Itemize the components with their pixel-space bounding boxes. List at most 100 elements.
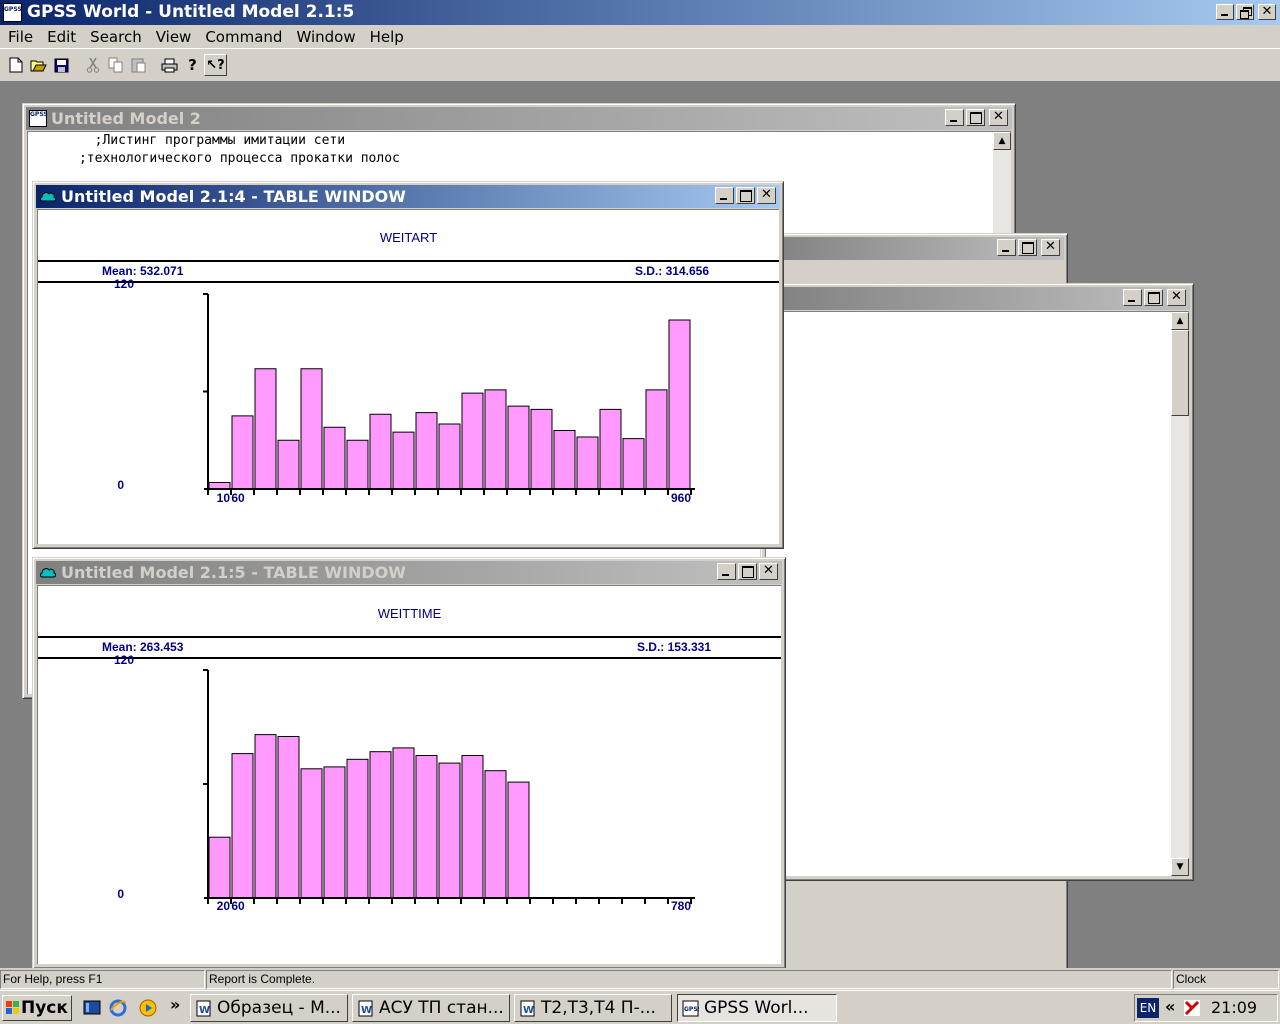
app-title-bar[interactable]: GPSS GPSS World - Untitled Model 2.1:5 ✕ — [0, 0, 1280, 25]
histogram-bar — [484, 770, 507, 899]
table2-minimize-button[interactable] — [717, 563, 736, 580]
paste-button[interactable] — [127, 54, 150, 76]
table2-title-bar[interactable]: Untitled Model 2.1:5 - TABLE WINDOW ✕ — [36, 561, 782, 584]
language-indicator[interactable]: EN — [1137, 998, 1159, 1018]
histogram-bar — [392, 431, 415, 490]
model-maximize-button[interactable] — [966, 109, 985, 126]
scroll-up-button[interactable]: ▲ — [993, 132, 1011, 150]
print-button[interactable] — [158, 54, 181, 76]
toolbar: ? ↖? — [0, 48, 1280, 82]
context-help-button[interactable]: ↖? — [204, 54, 227, 76]
listing-line-1: ;Листинг программы имитации сети — [32, 133, 346, 148]
app-close-button[interactable]: ✕ — [1258, 4, 1276, 20]
show-desktop-icon[interactable] — [82, 998, 102, 1018]
y-tick-label: 0 — [117, 887, 124, 901]
report-content[interactable]: ▲ ▼ — [765, 311, 1189, 876]
histogram-bar — [208, 836, 231, 899]
task-button-4[interactable]: GPSS GPSS Worl... — [677, 994, 837, 1022]
menu-view[interactable]: View — [150, 27, 200, 47]
app-title: GPSS World - Untitled Model 2.1:5 — [27, 2, 355, 22]
cut-icon — [86, 57, 99, 73]
antivirus-icon[interactable] — [1183, 999, 1201, 1017]
close-icon: ✕ — [1261, 4, 1273, 19]
histogram-bar — [553, 430, 576, 490]
table-window-weittime[interactable]: Untitled Model 2.1:5 - TABLE WINDOW ✕ WE… — [32, 557, 786, 969]
histogram-bar — [323, 426, 346, 490]
table1-title-bar[interactable]: Untitled Model 2.1:4 - TABLE WINDOW ✕ — [36, 185, 780, 208]
histogram-bar — [438, 762, 461, 899]
scroll-up-button[interactable]: ▲ — [1171, 312, 1189, 330]
table1-minimize-button[interactable] — [715, 187, 734, 204]
table1-maximize-button[interactable] — [736, 187, 755, 204]
minimize-icon — [1124, 290, 1141, 305]
report-minimize-button[interactable] — [1123, 289, 1142, 306]
histogram-bar — [369, 751, 392, 899]
maximize-icon — [1019, 240, 1036, 255]
model-close-button[interactable]: ✕ — [989, 109, 1008, 126]
task-button-2[interactable]: W АСУ ТП стан... — [352, 994, 510, 1022]
save-button[interactable] — [50, 54, 73, 76]
cut-button[interactable] — [81, 54, 104, 76]
table2-histogram: 120 0 20 60 780 — [114, 653, 695, 913]
open-button[interactable] — [27, 54, 50, 76]
svg-text:GPSS: GPSS — [684, 1006, 699, 1013]
report-back-minimize-button[interactable] — [997, 239, 1016, 256]
menu-search[interactable]: Search — [84, 27, 150, 47]
new-button[interactable] — [4, 54, 27, 76]
report-maximize-button[interactable] — [1144, 289, 1163, 306]
task-button-1[interactable]: W Образец - М... — [190, 994, 348, 1022]
report-close-button[interactable]: ✕ — [1167, 289, 1186, 306]
media-player-icon[interactable] — [138, 998, 158, 1018]
menu-command[interactable]: Command — [199, 27, 290, 47]
report-back-close-button[interactable]: ✕ — [1041, 239, 1060, 256]
menu-help[interactable]: Help — [364, 27, 412, 47]
maximize-icon — [739, 564, 756, 579]
close-icon: ✕ — [993, 109, 1004, 124]
histogram-bar — [346, 439, 369, 490]
menu-window[interactable]: Window — [290, 27, 363, 47]
table-window-weitart[interactable]: Untitled Model 2.1:4 - TABLE WINDOW ✕ WE… — [32, 181, 784, 549]
table1-close-button[interactable]: ✕ — [757, 187, 776, 204]
copy-button[interactable] — [104, 54, 127, 76]
histogram-bar — [277, 439, 300, 490]
status-message: Report is Complete. — [206, 970, 1172, 989]
histogram-bar — [254, 368, 277, 490]
quick-launch-more-icon[interactable]: » — [170, 995, 180, 1014]
histogram-bar — [507, 781, 530, 899]
report-back-title-bar[interactable]: ✕ — [764, 237, 1064, 260]
scroll-thumb[interactable] — [1171, 330, 1189, 416]
report-window[interactable]: ✕ ▲ ▼ — [760, 283, 1194, 881]
tray-expand-icon[interactable]: « — [1165, 997, 1175, 1016]
menu-edit[interactable]: Edit — [41, 27, 84, 47]
histogram-bar — [346, 758, 369, 899]
table2-maximize-button[interactable] — [738, 563, 757, 580]
task-label-1: Образец - М... — [217, 998, 341, 1018]
app-restore-button[interactable] — [1236, 4, 1254, 20]
table2-close-button[interactable]: ✕ — [759, 563, 778, 580]
word-doc-icon: W — [196, 1000, 211, 1017]
x-tick-label: 60 — [231, 491, 245, 505]
app-minimize-button[interactable] — [1216, 4, 1234, 20]
paste-icon — [131, 58, 145, 73]
y-tick-label: 120 — [114, 653, 134, 667]
task-button-3[interactable]: W Т2,Т3,Т4 П-... — [514, 994, 672, 1022]
minimize-icon — [718, 564, 735, 579]
model-minimize-button[interactable] — [945, 109, 964, 126]
help-button[interactable]: ? — [181, 54, 204, 76]
taskbar: Пуск » W Образец - М... W АСУ ТП стан...… — [0, 990, 1280, 1024]
open-icon — [30, 60, 47, 72]
model-window-title-bar[interactable]: GPSS Untitled Model 2 ✕ — [26, 107, 1012, 130]
report-back-maximize-button[interactable] — [1018, 239, 1037, 256]
arrow-up-icon: ▲ — [1176, 316, 1184, 326]
report-vertical-scrollbar[interactable]: ▲ ▼ — [1171, 312, 1189, 876]
menu-file[interactable]: File — [2, 27, 41, 47]
scroll-down-button[interactable]: ▼ — [1171, 858, 1189, 876]
report-title-bar[interactable]: ✕ — [764, 287, 1190, 310]
gpss-app-icon: GPSS — [682, 1000, 699, 1017]
internet-explorer-icon[interactable] — [108, 998, 128, 1018]
histogram-bar — [415, 412, 438, 490]
gpss-app-icon[interactable]: GPSS — [3, 3, 22, 22]
new-icon — [9, 57, 22, 73]
close-icon: ✕ — [1171, 289, 1182, 304]
start-button[interactable]: Пуск — [2, 995, 72, 1021]
